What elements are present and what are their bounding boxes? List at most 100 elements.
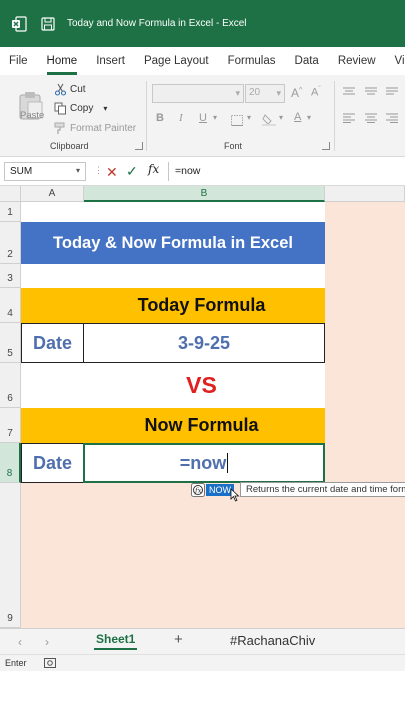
copy-label: Copy <box>70 102 94 114</box>
name-box-value: SUM <box>10 166 33 177</box>
align-middle-icon[interactable] <box>365 87 377 97</box>
tab-file[interactable]: File <box>6 53 31 69</box>
scissors-icon <box>54 83 67 96</box>
text-caret <box>227 453 229 473</box>
title-bar: Today and Now Formula in Excel - Excel <box>0 0 405 47</box>
align-left-icon[interactable] <box>343 113 355 123</box>
sheet-tab-sheet1[interactable]: Sheet1 <box>90 632 141 650</box>
align-center-icon[interactable] <box>365 113 377 123</box>
ribbon-separator <box>334 81 335 151</box>
font-size-value: 20 <box>249 87 261 98</box>
row-header-4[interactable]: 4 <box>0 288 21 323</box>
align-right-icon[interactable] <box>386 113 398 123</box>
chevron-down-icon[interactable]: ▾ <box>213 113 217 122</box>
title-banner[interactable]: Today & Now Formula in Excel <box>21 222 325 264</box>
cut-label: Cut <box>70 83 86 95</box>
formula-input[interactable]: =now <box>168 162 405 181</box>
row-header-1[interactable]: 1 <box>0 202 21 222</box>
title-banner-text: Today & Now Formula in Excel <box>53 233 293 252</box>
vs-text: VS <box>186 372 217 398</box>
column-header-empty[interactable] <box>325 186 405 202</box>
date-label-cell-a5[interactable]: Date <box>21 323 84 363</box>
today-heading-text: Today Formula <box>137 295 266 315</box>
function-fx-icon: fx <box>191 483 205 497</box>
cancel-icon[interactable]: ✕ <box>106 164 118 181</box>
today-value: 3-9-25 <box>177 332 231 353</box>
font-size-box[interactable]: 20 ▾ <box>245 84 285 103</box>
row-1-cells[interactable] <box>21 202 325 222</box>
select-all-corner[interactable] <box>0 186 21 202</box>
vs-cell[interactable]: VS <box>21 363 325 408</box>
row-header-8[interactable]: 8 <box>0 443 21 483</box>
bold-button[interactable]: B <box>156 112 164 124</box>
font-color-button[interactable]: A <box>294 111 301 123</box>
chevron-down-icon[interactable]: ▾ <box>103 104 107 113</box>
tab-view[interactable]: View <box>392 53 405 69</box>
enter-check-icon[interactable]: ✓ <box>126 163 138 180</box>
mouse-cursor-icon <box>230 488 240 502</box>
more-options-icon[interactable]: ⋮ <box>94 165 103 176</box>
svg-text:fx: fx <box>194 487 202 495</box>
cut-button[interactable]: Cut <box>54 81 86 97</box>
active-cell-b8[interactable]: =now <box>83 443 325 483</box>
paste-icon[interactable] <box>14 81 48 131</box>
column-header-b[interactable]: B <box>84 186 325 202</box>
underline-button[interactable]: U <box>199 112 207 124</box>
increase-font-icon[interactable]: A^ <box>291 86 302 100</box>
fill-color-icon[interactable] <box>262 113 276 126</box>
align-top-icon[interactable] <box>343 87 355 97</box>
font-launcher-icon[interactable] <box>322 142 330 150</box>
tab-data[interactable]: Data <box>292 53 322 69</box>
status-bar: Enter <box>0 654 405 671</box>
insert-function-icon[interactable]: fx <box>148 162 159 176</box>
next-sheet-icon[interactable]: › <box>45 635 49 649</box>
row-header-5[interactable]: 5 <box>0 323 21 363</box>
format-painter-label: Format Painter <box>70 122 137 134</box>
font-name-box[interactable]: ▾ <box>152 84 244 103</box>
borders-icon[interactable] <box>231 115 243 126</box>
date-label: Date <box>32 332 72 353</box>
format-painter-button[interactable]: Format Painter <box>54 120 136 136</box>
add-sheet-icon[interactable]: + <box>174 631 183 648</box>
prev-sheet-icon[interactable]: ‹ <box>18 635 22 649</box>
row-header-6[interactable]: 6 <box>0 363 21 408</box>
tab-insert[interactable]: Insert <box>93 53 128 69</box>
macro-record-icon[interactable] <box>44 658 56 668</box>
tab-home[interactable]: Home <box>44 53 81 75</box>
chevron-down-icon[interactable]: ▾ <box>247 113 251 122</box>
name-box[interactable]: SUM ▾ <box>4 162 86 181</box>
window-title: Today and Now Formula in Excel - Excel <box>67 18 247 29</box>
function-tooltip: Returns the current date and time format… <box>240 482 405 497</box>
chevron-down-icon[interactable]: ▾ <box>307 113 311 122</box>
row-header-7[interactable]: 7 <box>0 408 21 443</box>
clipboard-launcher-icon[interactable] <box>135 142 143 150</box>
italic-button[interactable]: I <box>179 112 183 124</box>
chevron-down-icon: ▾ <box>235 88 240 98</box>
tab-review[interactable]: Review <box>335 53 379 69</box>
row-header-2[interactable]: 2 <box>0 222 21 264</box>
row-header-9[interactable]: 9 <box>0 483 21 628</box>
decrease-font-icon[interactable]: Aˇ <box>311 86 321 99</box>
today-value-cell-b5[interactable]: 3-9-25 <box>83 323 325 363</box>
ribbon-separator <box>146 81 147 151</box>
font-group-label: Font <box>224 141 243 151</box>
sheet-tab-bar: ‹ › Sheet1 + #RachanaChiv <box>0 628 405 654</box>
clipboard-group-label: Clipboard <box>50 141 89 151</box>
save-icon[interactable] <box>41 16 55 31</box>
today-heading-cell[interactable]: Today Formula <box>21 288 325 323</box>
align-bottom-icon[interactable] <box>386 87 398 97</box>
chevron-down-icon[interactable]: ▾ <box>279 113 283 122</box>
row-3-cells[interactable] <box>21 264 325 288</box>
column-header-a[interactable]: A <box>21 186 84 202</box>
format-painter-icon <box>54 122 65 134</box>
copy-button[interactable]: Copy ▾ <box>54 100 107 116</box>
now-heading-text: Now Formula <box>144 415 259 435</box>
now-heading-cell[interactable]: Now Formula <box>21 408 325 443</box>
row-header-3[interactable]: 3 <box>0 264 21 288</box>
tab-formulas[interactable]: Formulas <box>225 53 279 69</box>
date-label: Date <box>32 452 72 473</box>
now-formula-text: =now <box>179 452 227 473</box>
formula-bar: SUM ▾ ⋮ ✕ ✓ fx =now <box>0 157 405 186</box>
date-label-cell-a8[interactable]: Date <box>21 443 84 483</box>
tab-page-layout[interactable]: Page Layout <box>141 53 212 69</box>
